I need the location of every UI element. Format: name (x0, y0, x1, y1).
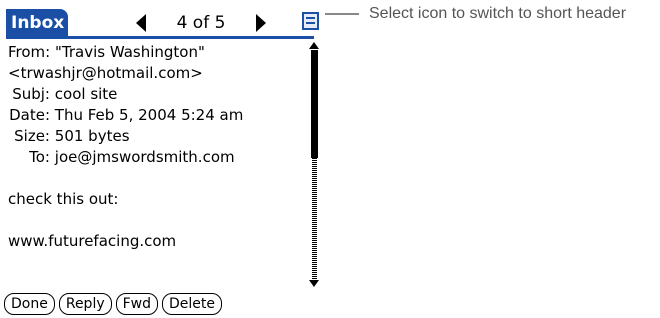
short-header-icon[interactable] (302, 12, 319, 30)
done-button[interactable]: Done (4, 293, 55, 315)
date-row: Date: Thu Feb 5, 2004 5:24 am (8, 105, 298, 126)
title-rule (6, 36, 314, 39)
scroll-up-arrow-icon[interactable] (309, 42, 319, 49)
to-value: joe@jmswordsmith.com (54, 148, 235, 166)
callout-leader-line (325, 13, 359, 15)
scrollbar[interactable] (306, 42, 322, 287)
callout-text: Select icon to switch to short header (369, 5, 627, 22)
to-label: To: (29, 148, 50, 166)
from-email: <trwashjr@hotmail.com> (8, 64, 203, 82)
scroll-thumb[interactable] (311, 50, 318, 158)
subj-row: Subj: cool site (8, 84, 298, 105)
message-counter: 4 of 5 (176, 13, 226, 33)
to-row: To: joe@jmswordsmith.com (8, 147, 298, 168)
date-value: Thu Feb 5, 2004 5:24 am (54, 106, 244, 124)
subj-label: Subj: (12, 85, 50, 103)
button-bar: Done Reply Fwd Delete (4, 293, 223, 315)
delete-button[interactable]: Delete (162, 293, 223, 315)
size-row: Size: 501 bytes (8, 126, 298, 147)
from-label: From: (8, 43, 51, 61)
from-row: From: "Travis Washington" (8, 42, 298, 63)
right-triangle-icon[interactable] (256, 14, 266, 32)
scroll-down-arrow-icon[interactable] (309, 280, 319, 287)
size-label: Size: (14, 127, 50, 145)
size-value: 501 bytes (54, 127, 130, 145)
reply-button[interactable]: Reply (58, 293, 112, 315)
subj-value: cool site (54, 85, 118, 103)
inbox-title-tab[interactable]: Inbox (6, 9, 68, 37)
left-triangle-icon[interactable] (136, 14, 146, 32)
date-label: Date: (9, 106, 50, 124)
body-line-2: www.futurefacing.com (8, 232, 177, 250)
fwd-button[interactable]: Fwd (115, 293, 159, 315)
body-line-1: check this out: (8, 190, 119, 208)
title-bar: Inbox 4 of 5 (6, 9, 320, 39)
palm-mail-screen: Inbox 4 of 5 From: "Travis Washington" <… (0, 0, 322, 318)
from-name: "Travis Washington" (55, 43, 205, 61)
message-view: From: "Travis Washington" <trwashjr@hotm… (8, 42, 298, 252)
